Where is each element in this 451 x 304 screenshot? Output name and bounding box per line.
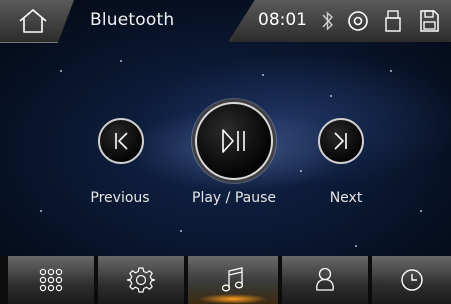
play-pause-icon — [222, 129, 245, 153]
media-screen: Bluetooth 08:01 Previous Play / Pause Ne… — [0, 0, 451, 304]
user-icon — [316, 267, 334, 291]
star-decoration — [180, 230, 182, 232]
previous-label: Previous — [90, 190, 150, 206]
settings-gear-icon — [127, 267, 155, 293]
nav-music-button[interactable] — [188, 256, 278, 304]
apps-grid-icon — [39, 268, 63, 292]
clock-icon — [400, 269, 423, 291]
star-decoration — [420, 210, 422, 212]
home-button[interactable] — [0, 0, 74, 43]
star-decoration — [355, 245, 357, 247]
disc-icon — [348, 11, 368, 31]
sd-card-icon — [420, 10, 439, 32]
nav-settings-button[interactable] — [98, 256, 184, 304]
play-pause-button[interactable] — [195, 102, 273, 180]
clock-time: 08:01 — [258, 10, 307, 30]
bottom-nav — [0, 256, 451, 304]
page-title: Bluetooth — [90, 10, 175, 30]
star-decoration — [300, 170, 302, 172]
nav-apps-button[interactable] — [8, 256, 94, 304]
skip-next-icon — [334, 132, 347, 150]
star-decoration — [330, 95, 332, 97]
star-decoration — [262, 74, 264, 76]
nav-clock-button[interactable] — [372, 256, 451, 304]
previous-button[interactable] — [98, 118, 144, 164]
skip-previous-icon — [115, 132, 128, 150]
star-decoration — [60, 70, 62, 72]
star-decoration — [390, 70, 392, 72]
bluetooth-icon — [322, 11, 333, 31]
nav-user-button[interactable] — [282, 256, 368, 304]
usb-icon — [385, 10, 401, 32]
star-decoration — [120, 60, 122, 62]
play-pause-label: Play / Pause — [192, 190, 276, 206]
next-button[interactable] — [318, 118, 364, 164]
status-header: Bluetooth 08:01 — [0, 0, 451, 43]
active-indicator — [198, 294, 268, 304]
home-icon — [19, 9, 47, 33]
star-decoration — [40, 210, 42, 212]
music-note-icon — [221, 267, 244, 292]
next-label: Next — [329, 190, 363, 206]
